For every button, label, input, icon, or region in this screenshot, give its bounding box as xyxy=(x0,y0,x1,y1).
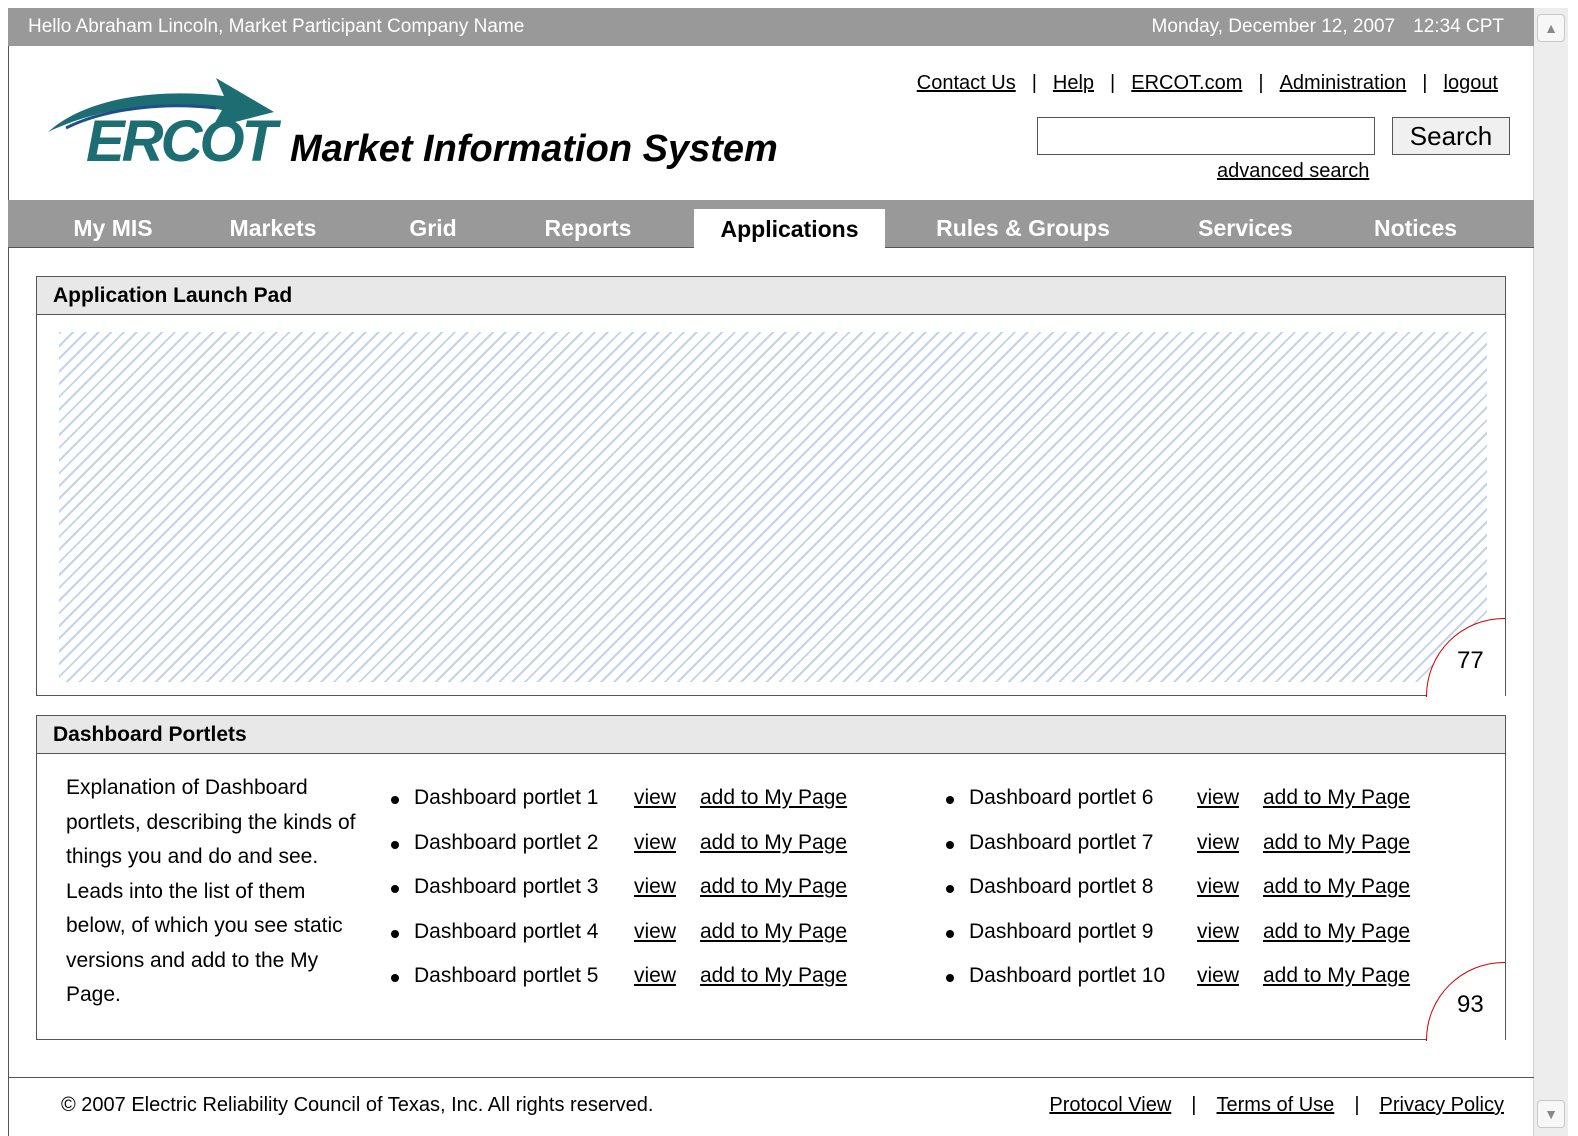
launch-pad-placeholder xyxy=(59,332,1487,682)
privacy-policy-link[interactable]: Privacy Policy xyxy=(1380,1094,1504,1117)
help-link[interactable]: Help xyxy=(1053,72,1094,95)
portlet-name: Dashboard portlet 3 xyxy=(414,875,599,898)
view-link[interactable]: view xyxy=(1197,964,1239,988)
tab-applications[interactable]: Applications xyxy=(694,209,885,249)
date-text: Monday, December 12, 2007 xyxy=(1151,16,1396,37)
add-to-my-page-link[interactable]: add to My Page xyxy=(1263,920,1410,944)
tab-services[interactable]: Services xyxy=(1178,200,1313,248)
tab-grid[interactable]: Grid xyxy=(388,200,478,248)
copyright-text: © 2007 Electric Reliability Council of T… xyxy=(61,1094,654,1116)
vertical-scrollbar[interactable]: ▲ ▼ xyxy=(1534,8,1568,1136)
add-to-my-page-link[interactable]: add to My Page xyxy=(700,920,847,944)
tab-markets[interactable]: Markets xyxy=(213,200,333,248)
advanced-search-link[interactable]: advanced search xyxy=(1217,160,1369,183)
ercot-com-link[interactable]: ERCOT.com xyxy=(1131,72,1242,95)
search-input[interactable] xyxy=(1037,117,1375,155)
link-separator: | xyxy=(1354,1094,1360,1116)
bullet-icon xyxy=(391,840,399,849)
view-link[interactable]: view xyxy=(634,786,676,810)
launch-pad-title: Application Launch Pad xyxy=(37,277,1505,315)
greeting-text: Hello Abraham Lincoln, Market Participan… xyxy=(28,16,525,37)
application-launch-pad-panel: Application Launch Pad 77 xyxy=(36,276,1506,697)
view-link[interactable]: view xyxy=(634,920,676,944)
scroll-up-icon[interactable]: ▲ xyxy=(1537,14,1565,42)
portlet-name: Dashboard portlet 5 xyxy=(414,964,599,987)
add-to-my-page-link[interactable]: add to My Page xyxy=(700,875,847,899)
portlet-name: Dashboard portlet 4 xyxy=(414,919,599,943)
portlet-name: Dashboard portlet 6 xyxy=(969,786,1154,809)
scroll-down-icon[interactable]: ▼ xyxy=(1537,1100,1565,1128)
add-to-my-page-link[interactable]: add to My Page xyxy=(1263,831,1410,855)
main-nav: My MIS Markets Grid Reports Applications… xyxy=(8,200,1534,249)
portlet-name: Dashboard portlet 7 xyxy=(969,830,1154,854)
dashboard-explanation: Explanation of Dashboard portlets, descr… xyxy=(66,776,356,1006)
link-separator: | xyxy=(1110,72,1116,94)
view-link[interactable]: view xyxy=(634,831,676,855)
protocol-view-link[interactable]: Protocol View xyxy=(1049,1094,1171,1117)
add-to-my-page-link[interactable]: add to My Page xyxy=(700,964,847,988)
footer-divider xyxy=(8,1077,1534,1078)
top-status-bar: Hello Abraham Lincoln, Market Participan… xyxy=(8,8,1534,46)
app-title: Market Information System xyxy=(290,128,778,170)
link-separator: | xyxy=(1258,72,1264,94)
bullet-icon xyxy=(391,974,399,982)
bullet-icon xyxy=(946,885,954,893)
bullet-icon xyxy=(946,974,954,982)
view-link[interactable]: view xyxy=(1197,875,1239,899)
date-time: Monday, December 12, 2007 12:34 CPT xyxy=(1134,16,1504,38)
badge-number: 77 xyxy=(1457,647,1484,674)
badge-number: 93 xyxy=(1457,991,1484,1018)
terms-of-use-link[interactable]: Terms of Use xyxy=(1217,1094,1335,1117)
bullet-icon xyxy=(391,796,399,804)
link-separator: | xyxy=(1191,1094,1197,1116)
add-to-my-page-link[interactable]: add to My Page xyxy=(1263,964,1410,988)
view-link[interactable]: view xyxy=(1197,786,1239,810)
add-to-my-page-link[interactable]: add to My Page xyxy=(700,786,847,810)
view-link[interactable]: view xyxy=(1197,920,1239,944)
bullet-icon xyxy=(946,796,954,804)
time-text: 12:34 CPT xyxy=(1413,16,1504,37)
tab-my-mis[interactable]: My MIS xyxy=(48,200,178,248)
tab-reports[interactable]: Reports xyxy=(528,200,648,248)
add-to-my-page-link[interactable]: add to My Page xyxy=(700,831,847,855)
search-button[interactable]: Search xyxy=(1392,117,1510,155)
view-link[interactable]: view xyxy=(1197,831,1239,855)
portlet-name: Dashboard portlet 9 xyxy=(969,919,1154,943)
portlet-name: Dashboard portlet 1 xyxy=(414,786,599,809)
tab-rules-groups[interactable]: Rules & Groups xyxy=(918,200,1128,248)
bullet-icon xyxy=(946,840,954,849)
bullet-icon xyxy=(946,929,954,938)
view-link[interactable]: view xyxy=(634,964,676,988)
ercot-logo[interactable]: ERCOT xyxy=(86,108,277,175)
bullet-icon xyxy=(391,929,399,938)
tab-notices[interactable]: Notices xyxy=(1358,200,1473,248)
portlet-name: Dashboard portlet 10 xyxy=(969,964,1166,987)
logout-link[interactable]: logout xyxy=(1444,72,1499,95)
utility-links: Contact Us | Help | ERCOT.com | Administ… xyxy=(917,72,1498,95)
dashboard-portlets-title: Dashboard Portlets xyxy=(37,716,1505,754)
portlet-name: Dashboard portlet 8 xyxy=(969,875,1154,898)
add-to-my-page-link[interactable]: add to My Page xyxy=(1263,875,1410,899)
link-separator: | xyxy=(1422,72,1428,94)
annotation-badge: 93 xyxy=(1426,962,1505,1041)
contact-us-link[interactable]: Contact Us xyxy=(917,72,1016,95)
dashboard-portlets-panel: Dashboard Portlets Explanation of Dashbo… xyxy=(36,715,1506,1041)
view-link[interactable]: view xyxy=(634,875,676,899)
footer-links: Protocol View | Terms of Use | Privacy P… xyxy=(1049,1094,1504,1117)
administration-link[interactable]: Administration xyxy=(1280,72,1407,95)
add-to-my-page-link[interactable]: add to My Page xyxy=(1263,786,1410,810)
link-separator: | xyxy=(1031,72,1037,94)
bullet-icon xyxy=(391,885,399,893)
portlet-name: Dashboard portlet 2 xyxy=(414,830,599,854)
